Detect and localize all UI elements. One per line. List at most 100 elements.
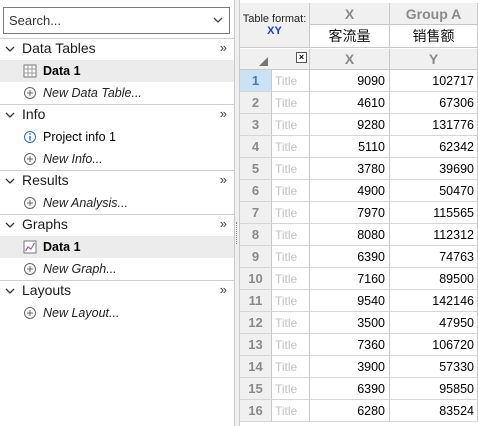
table-row[interactable]: 1 Title 9090 102717 xyxy=(240,70,478,92)
splitter-grip[interactable] xyxy=(236,222,238,244)
row-title-cell[interactable]: Title xyxy=(272,246,310,268)
search-box[interactable] xyxy=(3,7,230,34)
section-header-results[interactable]: Results » xyxy=(0,170,234,192)
row-title-cell[interactable]: Title xyxy=(272,334,310,356)
table-row[interactable]: 9 Title 6390 74763 xyxy=(240,246,478,268)
row-number[interactable]: 8 xyxy=(240,224,272,246)
row-title-cell[interactable]: Title xyxy=(272,114,310,136)
y-value-cell[interactable]: 131776 xyxy=(390,114,478,136)
y-value-cell[interactable]: 83524 xyxy=(390,400,478,422)
row-number[interactable]: 7 xyxy=(240,202,272,224)
row-number[interactable]: 11 xyxy=(240,290,272,312)
row-number[interactable]: 16 xyxy=(240,400,272,422)
nav-item-project-info-1[interactable]: Project info 1 xyxy=(0,126,234,148)
row-title-cell[interactable]: Title xyxy=(272,268,310,290)
table-row[interactable]: 16 Title 6280 83524 xyxy=(240,400,478,422)
search-input[interactable] xyxy=(4,8,204,33)
table-row[interactable]: 2 Title 4610 67306 xyxy=(240,92,478,114)
x-value-cell[interactable]: 7360 xyxy=(310,334,390,356)
table-row[interactable]: 5 Title 3780 39690 xyxy=(240,158,478,180)
row-title-cell[interactable]: Title xyxy=(272,180,310,202)
y-value-cell[interactable]: 115565 xyxy=(390,202,478,224)
section-header-data-tables[interactable]: Data Tables » xyxy=(0,38,234,60)
nav-item-data-1[interactable]: Data 1 xyxy=(0,60,234,82)
row-title-cell[interactable]: Title xyxy=(272,136,310,158)
row-number[interactable]: 9 xyxy=(240,246,272,268)
select-all-triangle-icon[interactable] xyxy=(259,57,268,66)
row-number[interactable]: 2 xyxy=(240,92,272,114)
row-number[interactable]: 14 xyxy=(240,356,272,378)
row-title-cell[interactable]: Title xyxy=(272,356,310,378)
row-number[interactable]: 15 xyxy=(240,378,272,400)
x-value-cell[interactable]: 9280 xyxy=(310,114,390,136)
row-number[interactable]: 4 xyxy=(240,136,272,158)
column-name-x[interactable]: 客流量 xyxy=(310,25,390,48)
section-header-layouts[interactable]: Layouts » xyxy=(0,280,234,302)
x-value-cell[interactable]: 3780 xyxy=(310,158,390,180)
table-row[interactable]: 11 Title 9540 142146 xyxy=(240,290,478,312)
sheet-corner-cell[interactable]: × xyxy=(240,49,310,70)
expand-more-icon[interactable]: » xyxy=(220,216,227,231)
row-title-cell[interactable]: Title xyxy=(272,202,310,224)
chevron-down-icon[interactable] xyxy=(5,110,15,120)
row-title-cell[interactable]: Title xyxy=(272,378,310,400)
row-title-cell[interactable]: Title xyxy=(272,70,310,92)
table-row[interactable]: 12 Title 3500 47950 xyxy=(240,312,478,334)
chevron-down-icon[interactable] xyxy=(5,176,15,186)
nav-item-graph-data-1[interactable]: Data 1 xyxy=(0,236,234,258)
y-value-cell[interactable]: 89500 xyxy=(390,268,478,290)
table-row[interactable]: 10 Title 7160 89500 xyxy=(240,268,478,290)
y-value-cell[interactable]: 106720 xyxy=(390,334,478,356)
row-number[interactable]: 6 xyxy=(240,180,272,202)
x-value-cell[interactable]: 9540 xyxy=(310,290,390,312)
row-number[interactable]: 13 xyxy=(240,334,272,356)
x-value-cell[interactable]: 9090 xyxy=(310,70,390,92)
table-row[interactable]: 15 Title 6390 95850 xyxy=(240,378,478,400)
x-value-cell[interactable]: 7970 xyxy=(310,202,390,224)
x-value-cell[interactable]: 3500 xyxy=(310,312,390,334)
row-title-cell[interactable]: Title xyxy=(272,158,310,180)
new-layout-item[interactable]: New Layout... xyxy=(0,302,234,324)
y-value-cell[interactable]: 57330 xyxy=(390,356,478,378)
y-value-cell[interactable]: 74763 xyxy=(390,246,478,268)
table-row[interactable]: 6 Title 4900 50470 xyxy=(240,180,478,202)
y-value-cell[interactable]: 39690 xyxy=(390,158,478,180)
expand-more-icon[interactable]: » xyxy=(220,172,227,187)
x-value-cell[interactable]: 8080 xyxy=(310,224,390,246)
row-title-cell[interactable]: Title xyxy=(272,224,310,246)
row-number[interactable]: 1 xyxy=(240,70,272,92)
y-value-cell[interactable]: 47950 xyxy=(390,312,478,334)
table-row[interactable]: 4 Title 5110 62342 xyxy=(240,136,478,158)
row-title-cell[interactable]: Title xyxy=(272,92,310,114)
column-name-group-a[interactable]: 销售额 xyxy=(390,25,478,48)
row-number[interactable]: 3 xyxy=(240,114,272,136)
table-row[interactable]: 7 Title 7970 115565 xyxy=(240,202,478,224)
column-title-group-a[interactable]: Group A xyxy=(390,3,478,25)
row-title-cell[interactable]: Title xyxy=(272,400,310,422)
table-row[interactable]: 13 Title 7360 106720 xyxy=(240,334,478,356)
chevron-down-icon[interactable] xyxy=(5,44,15,54)
y-value-cell[interactable]: 95850 xyxy=(390,378,478,400)
row-number[interactable]: 12 xyxy=(240,312,272,334)
row-title-cell[interactable]: Title xyxy=(272,290,310,312)
column-title-x[interactable]: X xyxy=(310,3,390,25)
subcolumn-x[interactable]: X xyxy=(310,49,390,70)
chevron-down-icon[interactable] xyxy=(5,220,15,230)
table-format-cell[interactable]: Table format: XY xyxy=(240,3,310,48)
new-graph-item[interactable]: New Graph... xyxy=(0,258,234,280)
x-value-cell[interactable]: 6390 xyxy=(310,378,390,400)
y-value-cell[interactable]: 67306 xyxy=(390,92,478,114)
table-row[interactable]: 3 Title 9280 131776 xyxy=(240,114,478,136)
x-value-cell[interactable]: 7160 xyxy=(310,268,390,290)
chevron-down-icon[interactable] xyxy=(5,286,15,296)
table-row[interactable]: 8 Title 8080 112312 xyxy=(240,224,478,246)
x-value-cell[interactable]: 3900 xyxy=(310,356,390,378)
y-value-cell[interactable]: 62342 xyxy=(390,136,478,158)
row-number[interactable]: 5 xyxy=(240,158,272,180)
section-header-graphs[interactable]: Graphs » xyxy=(0,214,234,236)
expand-more-icon[interactable]: » xyxy=(220,282,227,297)
x-value-cell[interactable]: 5110 xyxy=(310,136,390,158)
new-data-table-item[interactable]: New Data Table... xyxy=(0,82,234,104)
x-value-cell[interactable]: 6280 xyxy=(310,400,390,422)
chevron-down-icon[interactable] xyxy=(213,15,223,25)
